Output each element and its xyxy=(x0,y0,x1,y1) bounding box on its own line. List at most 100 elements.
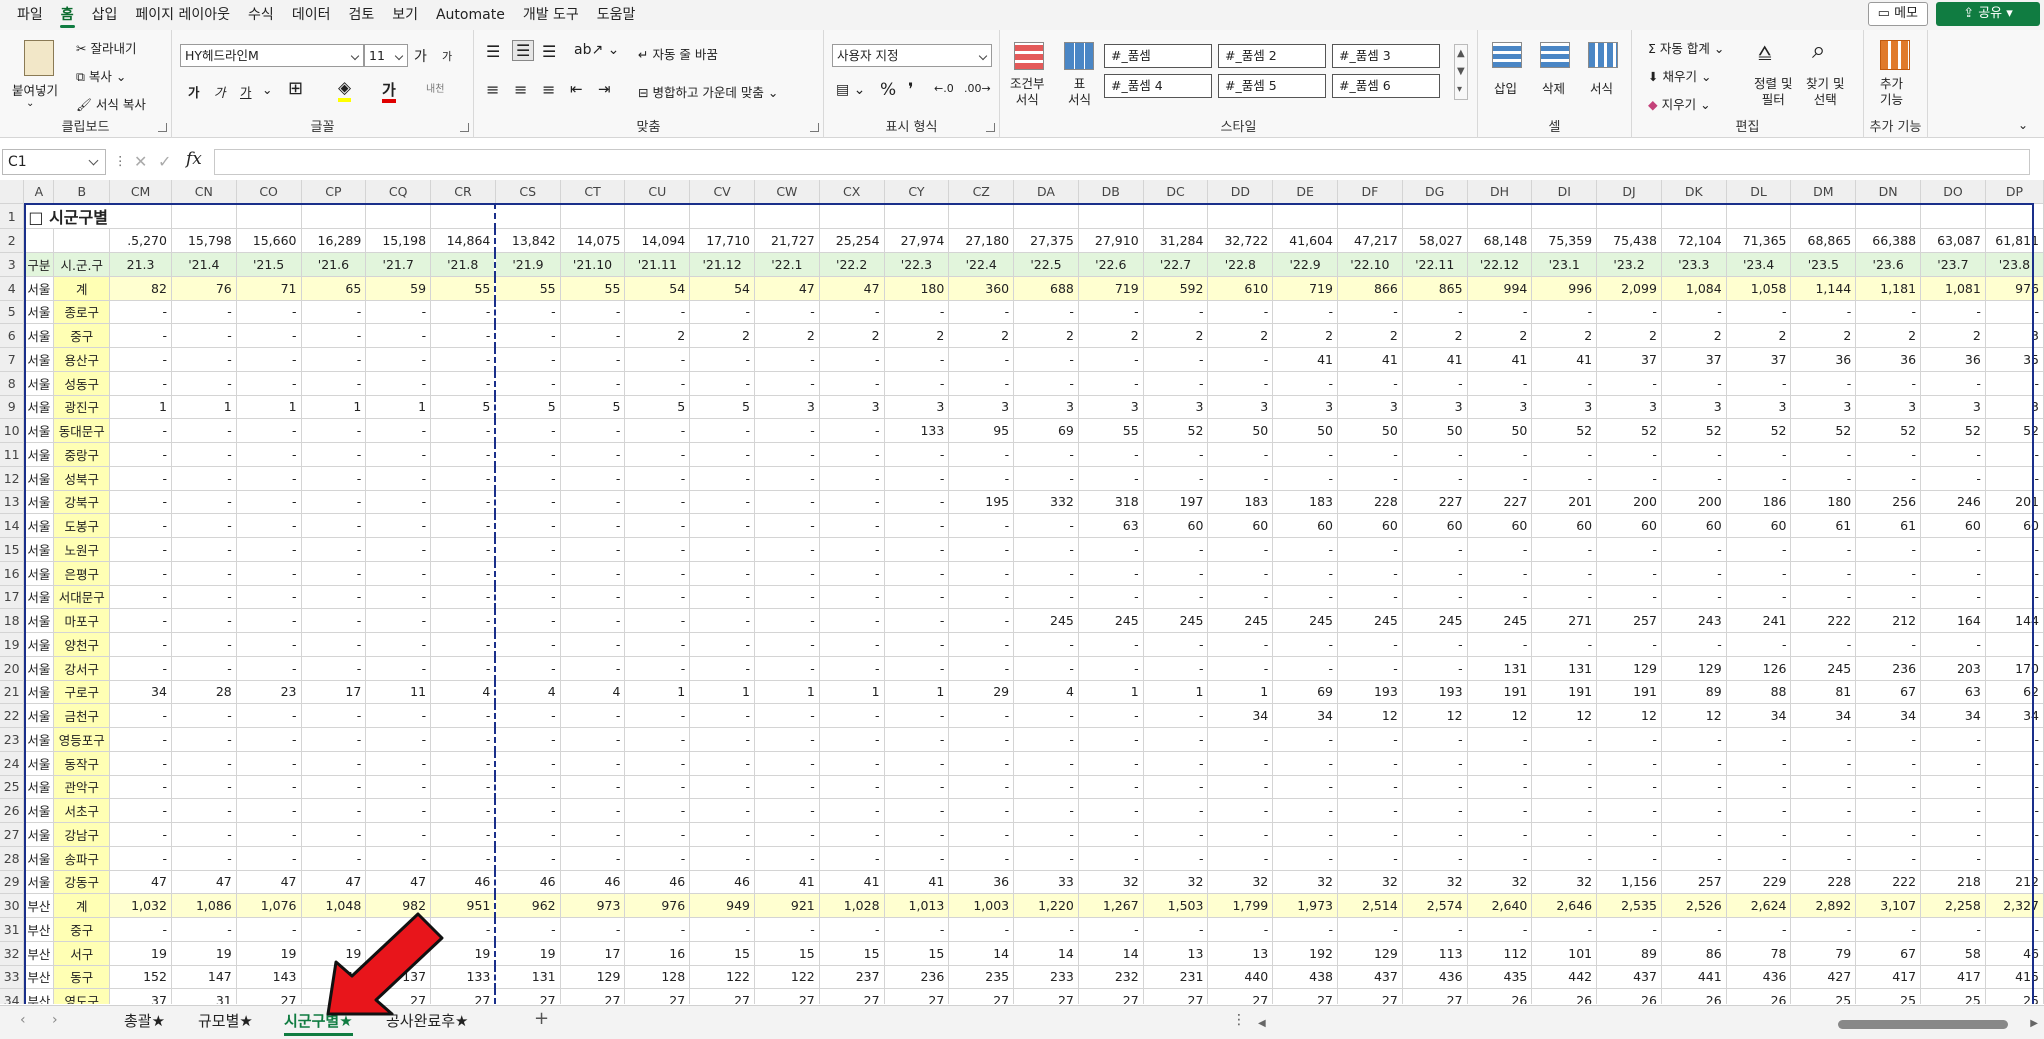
accounting-format-icon[interactable]: ▤ ⌄ xyxy=(836,82,865,98)
cell[interactable]: - xyxy=(884,632,950,657)
cell[interactable]: .5,270 xyxy=(109,228,172,253)
cell[interactable]: 3 xyxy=(1467,395,1533,420)
column-header[interactable]: DM xyxy=(1790,180,1857,205)
cell[interactable]: 27 xyxy=(754,988,820,1004)
cell[interactable]: 1 xyxy=(365,395,432,420)
cell[interactable]: 1 xyxy=(236,395,302,420)
cell[interactable]: - xyxy=(301,300,367,325)
cell[interactable]: - xyxy=(560,466,626,491)
cell[interactable]: 3 xyxy=(1531,395,1598,420)
menu-item-1[interactable]: 홈 xyxy=(52,0,83,30)
font-color-icon[interactable]: 가 xyxy=(382,79,396,103)
cell[interactable]: - xyxy=(689,561,755,586)
column-header[interactable]: DD xyxy=(1207,180,1274,205)
cell[interactable]: 32 xyxy=(1402,870,1468,895)
header-cell[interactable]: '21.9 xyxy=(495,252,561,277)
format-table-icon[interactable] xyxy=(1064,42,1094,70)
cell[interactable]: 129 xyxy=(560,965,626,990)
cell[interactable]: 41 xyxy=(884,870,950,895)
cell[interactable]: - xyxy=(1337,727,1403,752)
align-left-icon[interactable]: ≡ xyxy=(486,80,499,99)
row-header[interactable]: 17 xyxy=(0,585,25,610)
cell[interactable]: 60 xyxy=(1402,513,1468,538)
cell[interactable]: 122 xyxy=(754,965,820,990)
cell[interactable]: - xyxy=(236,727,302,752)
label-cell[interactable]: 서울 xyxy=(23,798,55,823)
row-header[interactable]: 28 xyxy=(0,846,25,871)
cell[interactable]: 133 xyxy=(884,418,950,443)
cell[interactable]: - xyxy=(1078,917,1144,942)
cell[interactable]: 332 xyxy=(1013,490,1079,515)
cell[interactable]: - xyxy=(1272,371,1339,396)
header-cell[interactable]: '22.7 xyxy=(1143,252,1209,277)
cell[interactable] xyxy=(1596,203,1662,230)
cell[interactable]: 2 xyxy=(754,323,820,348)
row-header[interactable]: 10 xyxy=(0,418,25,443)
cell[interactable]: - xyxy=(171,656,237,681)
cell[interactable]: - xyxy=(1402,798,1468,823)
column-header[interactable]: DL xyxy=(1726,180,1792,205)
cell[interactable]: - xyxy=(495,775,561,800)
row-header[interactable]: 22 xyxy=(0,703,25,728)
share-button[interactable]: ⇪ 공유 ▾ xyxy=(1936,2,2040,26)
italic-button[interactable]: 가 xyxy=(214,82,226,101)
cell[interactable]: - xyxy=(819,513,885,538)
label-cell[interactable]: 서울 xyxy=(23,608,55,633)
cell[interactable]: - xyxy=(1661,846,1727,871)
paste-button[interactable]: 붙여넣기 xyxy=(12,80,58,99)
cell[interactable]: 52 xyxy=(1596,418,1662,443)
cell[interactable]: - xyxy=(560,822,626,847)
cell[interactable]: 245 xyxy=(1078,608,1144,633)
cell[interactable]: - xyxy=(560,632,626,657)
cell[interactable]: 2 xyxy=(1272,323,1339,348)
cell[interactable]: 144 xyxy=(1985,608,2044,633)
cell[interactable]: - xyxy=(1790,300,1857,325)
cell[interactable]: - xyxy=(1985,442,2044,467)
cell[interactable]: - xyxy=(1143,442,1209,467)
cell[interactable]: - xyxy=(560,846,626,871)
menu-item-3[interactable]: 페이지 레이아웃 xyxy=(126,0,239,30)
cell[interactable]: - xyxy=(560,537,626,562)
cell[interactable]: 47 xyxy=(171,870,237,895)
cell[interactable] xyxy=(1790,203,1857,230)
cell[interactable]: - xyxy=(1207,585,1274,610)
cell[interactable]: - xyxy=(430,585,497,610)
cell[interactable]: - xyxy=(1920,798,1986,823)
cell[interactable]: 71 xyxy=(236,276,302,301)
cell[interactable]: - xyxy=(1920,632,1986,657)
prev-sheet-icon[interactable]: ‹ xyxy=(20,1012,26,1028)
cell[interactable]: - xyxy=(754,347,820,372)
cell[interactable]: - xyxy=(819,561,885,586)
column-header[interactable]: CR xyxy=(430,180,496,205)
cell[interactable]: - xyxy=(1207,798,1274,823)
cell[interactable]: 41 xyxy=(1337,347,1403,372)
cell[interactable]: 76 xyxy=(171,276,237,301)
cell[interactable]: - xyxy=(819,347,885,372)
cell[interactable]: - xyxy=(301,727,367,752)
cell[interactable]: - xyxy=(819,632,885,657)
cell[interactable]: - xyxy=(948,822,1015,847)
cell[interactable]: 52 xyxy=(1790,418,1857,443)
cell[interactable] xyxy=(560,203,626,230)
row-header[interactable]: 11 xyxy=(0,442,25,467)
cell[interactable]: - xyxy=(1531,300,1598,325)
cell[interactable]: 2,624 xyxy=(1726,893,1792,918)
cell[interactable]: - xyxy=(171,371,237,396)
cell[interactable]: 1 xyxy=(301,395,367,420)
cell[interactable]: 3 xyxy=(1272,395,1339,420)
cell[interactable]: - xyxy=(1013,561,1079,586)
cell[interactable]: - xyxy=(171,585,237,610)
cell[interactable] xyxy=(1013,203,1079,230)
cell[interactable]: 50 xyxy=(1402,418,1468,443)
cell[interactable]: - xyxy=(430,561,497,586)
cell[interactable]: 3 xyxy=(1985,395,2044,420)
cell[interactable]: - xyxy=(560,775,626,800)
cell[interactable]: 60 xyxy=(1661,513,1727,538)
cell[interactable]: - xyxy=(430,917,497,942)
label-cell[interactable]: 관악구 xyxy=(53,775,111,800)
cell[interactable]: - xyxy=(560,323,626,348)
header-cell[interactable]: '21.12 xyxy=(689,252,755,277)
cell[interactable]: - xyxy=(1920,442,1986,467)
cell[interactable]: 34 xyxy=(1920,703,1986,728)
cell[interactable]: - xyxy=(1596,632,1662,657)
